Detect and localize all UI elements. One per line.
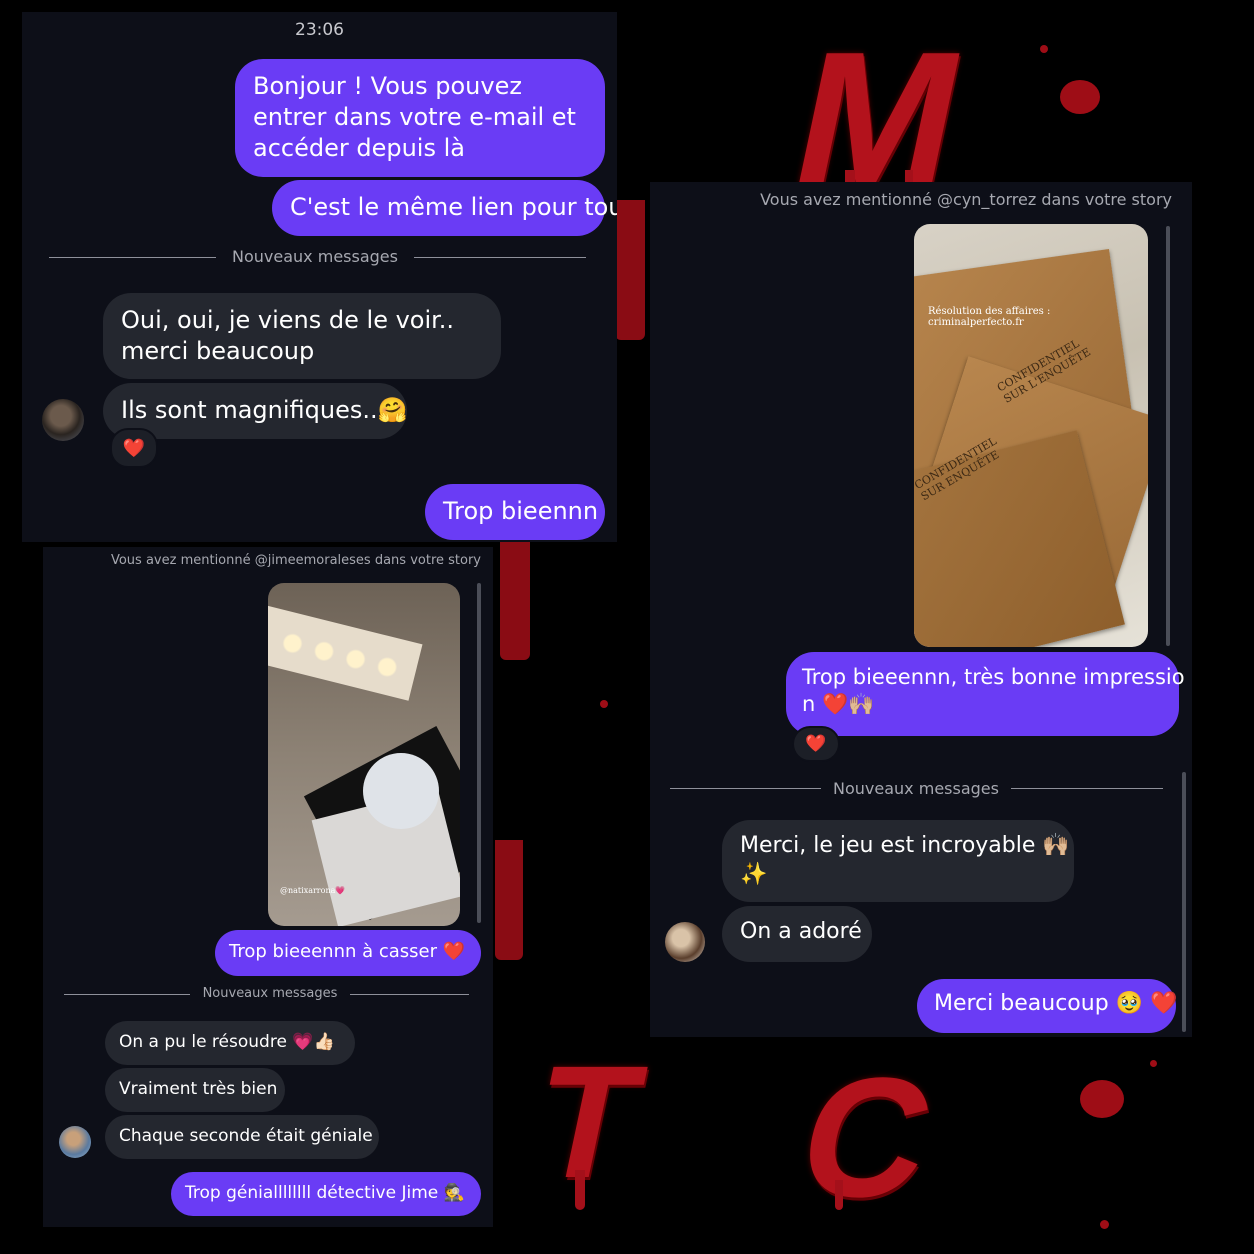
divider-line — [1011, 788, 1163, 789]
blood-drip — [495, 840, 523, 960]
new-messages-divider: Nouveaux messages — [232, 247, 398, 266]
outgoing-message[interactable]: Trop bieennn — [425, 484, 605, 540]
new-messages-divider: Nouveaux messages — [202, 986, 338, 1001]
divider-line — [64, 994, 190, 995]
blood-splatter — [600, 700, 608, 708]
message-text: Merci, le jeu est incroyable 🙌🏼 — [740, 833, 1070, 858]
blood-letter-t: T — [521, 1032, 657, 1211]
incoming-message[interactable]: Chaque seconde était géniale — [105, 1115, 379, 1159]
incoming-message[interactable]: On a pu le résoudre 💗👍🏻 — [105, 1021, 355, 1065]
blood-drip — [615, 200, 645, 340]
story-image-envelopes[interactable]: Résolution des affaires : criminalperfec… — [914, 224, 1148, 647]
story-mention-label: Vous avez mentionné @jimeemoraleses dans… — [110, 553, 481, 568]
incoming-message[interactable]: Merci, le jeu est incroyable 🙌🏼 ✨ — [722, 820, 1074, 902]
incoming-message[interactable]: Oui, oui, je viens de le voir.. merci be… — [103, 293, 501, 379]
divider-line — [49, 257, 216, 258]
outgoing-message[interactable]: Trop bieeennn, très bonne impressio n ❤️… — [786, 652, 1185, 736]
scrollbar[interactable] — [477, 583, 481, 923]
contact-avatar[interactable] — [665, 922, 705, 962]
blood-drip — [835, 1180, 843, 1210]
blood-letter-c: C — [784, 1043, 948, 1233]
timestamp: 23:06 — [295, 20, 344, 40]
contact-avatar[interactable] — [59, 1126, 91, 1158]
blood-drip — [575, 1170, 585, 1210]
outgoing-message[interactable]: Trop bieeennn à casser ❤️ — [215, 930, 481, 976]
story-mention-label: Vous avez mentionné @cyn_torrez dans vot… — [760, 190, 1172, 209]
divider-line — [414, 257, 586, 258]
story-caption: Résolution des affaires : criminalperfec… — [928, 306, 1051, 328]
blood-drip — [500, 540, 530, 660]
outgoing-message[interactable]: Bonjour ! Vous pouvez entrer dans votre … — [235, 59, 605, 177]
blood-splatter — [1080, 1080, 1124, 1118]
outgoing-message[interactable]: C'est le même lien pour tout — [272, 180, 617, 236]
blood-splatter — [1040, 45, 1048, 53]
message-text: n ❤️🙌🏼 — [802, 692, 875, 717]
scrollbar[interactable] — [1182, 772, 1186, 1032]
chat-panel-2: Vous avez mentionné @cyn_torrez dans vot… — [650, 182, 1192, 1037]
blurred-circle — [363, 753, 439, 829]
incoming-message[interactable]: On a adoré — [722, 906, 872, 962]
blood-splatter — [1150, 1060, 1157, 1067]
message-text: Trop bieeennn, très bonne impressio — [802, 665, 1185, 689]
divider-line — [350, 994, 469, 995]
contact-avatar[interactable] — [42, 399, 84, 441]
outgoing-message[interactable]: Merci beaucoup 🥹 ❤️ — [917, 979, 1177, 1033]
heart-reaction-icon[interactable]: ❤️ — [110, 428, 158, 468]
heart-reaction-icon[interactable]: ❤️ — [792, 726, 840, 762]
blood-splatter — [1060, 80, 1100, 114]
divider-line — [670, 788, 821, 789]
story-image-candles[interactable]: @natixarrona💗 — [268, 583, 460, 926]
chat-panel-1: 23:06 Bonjour ! Vous pouvez entrer dans … — [22, 12, 617, 542]
outgoing-message[interactable]: Trop géniallllllll détective Jime 🕵️ — [171, 1172, 481, 1216]
blood-splatter — [1100, 1220, 1109, 1229]
chat-panel-3: Vous avez mentionné @jimeemoraleses dans… — [43, 547, 493, 1227]
incoming-message[interactable]: Vraiment très bien — [105, 1068, 285, 1112]
story-tag: @natixarrona💗 — [280, 886, 346, 895]
scrollbar[interactable] — [1166, 226, 1170, 646]
new-messages-divider: Nouveaux messages — [833, 779, 999, 798]
message-text: ✨ — [740, 861, 768, 887]
